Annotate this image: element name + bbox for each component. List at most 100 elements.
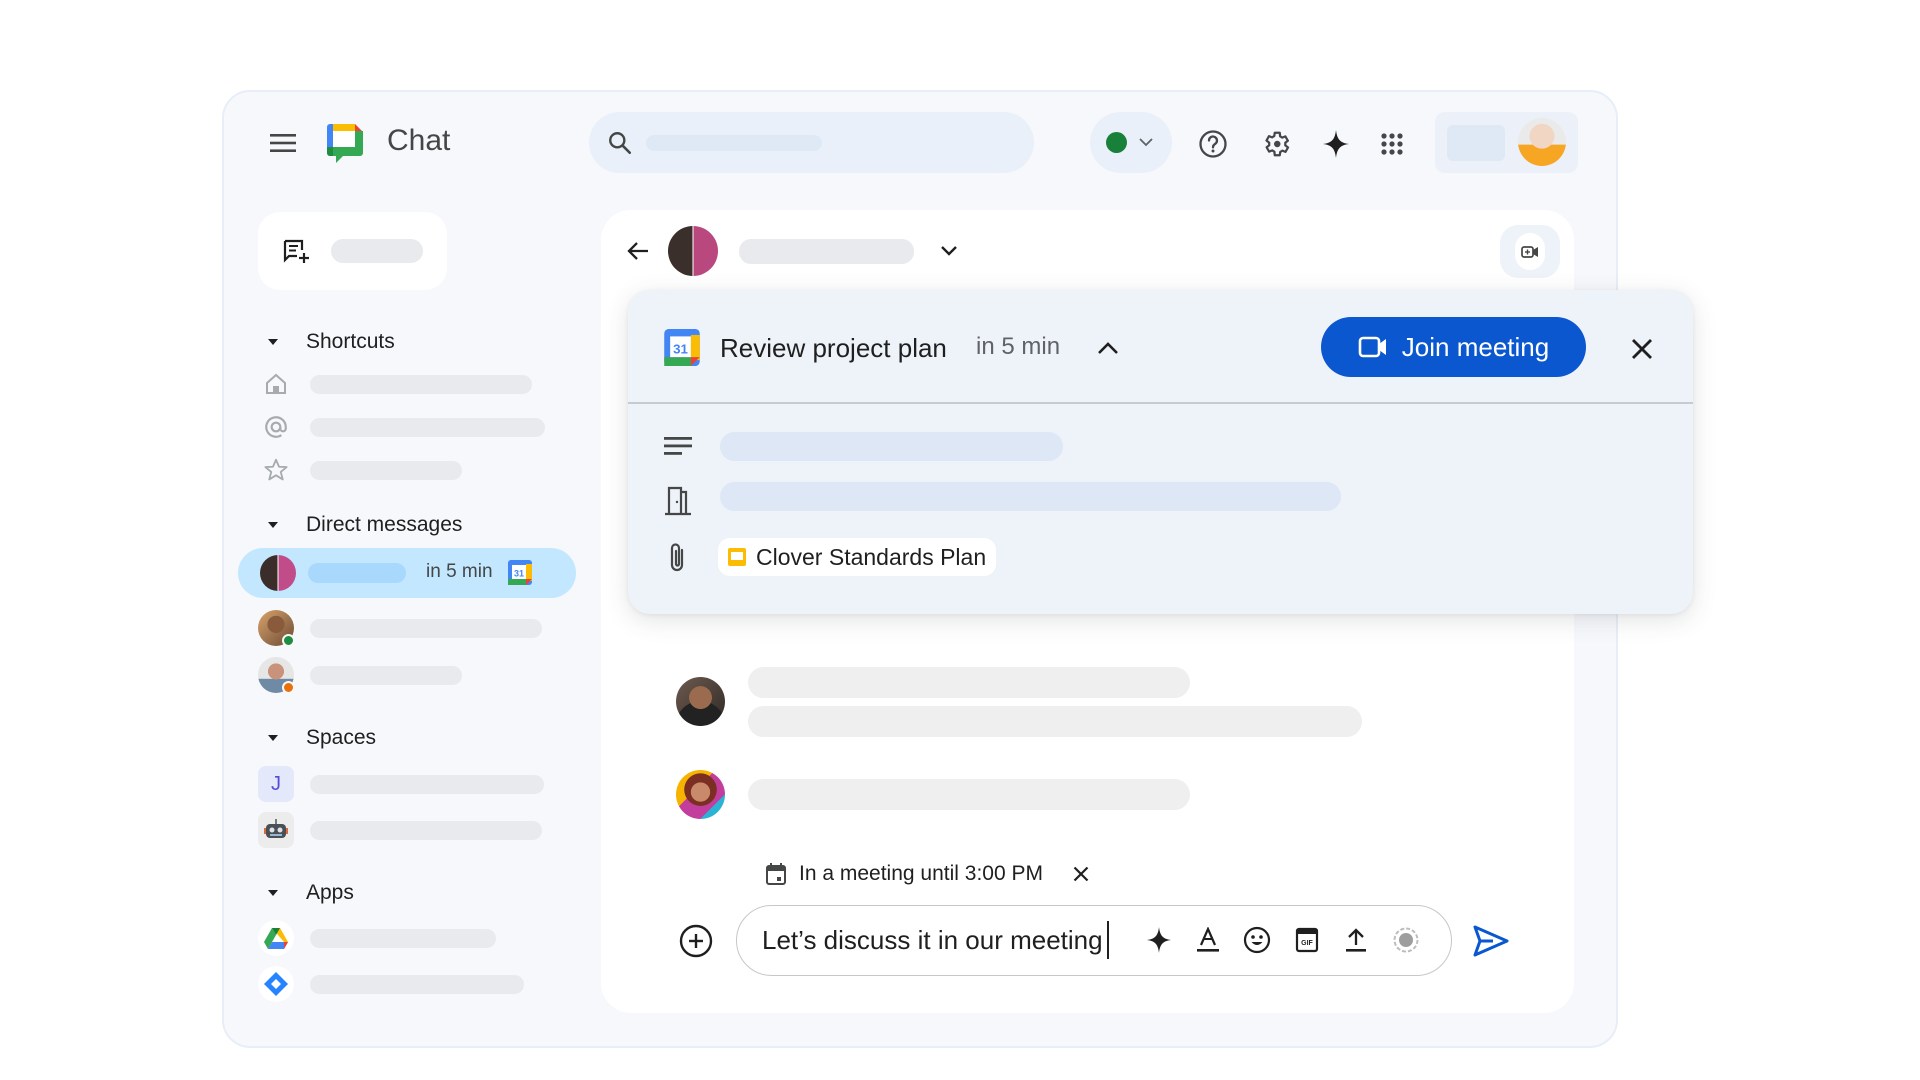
account-switcher[interactable] — [1435, 112, 1578, 173]
sender-avatar[interactable] — [676, 770, 725, 819]
text-cursor — [1107, 921, 1109, 959]
google-chat-logo[interactable] — [323, 121, 367, 167]
sender-avatar[interactable] — [676, 677, 725, 726]
gemini-compose-button[interactable] — [1142, 923, 1176, 957]
status-dot — [1106, 132, 1127, 153]
google-drive-icon — [258, 920, 294, 956]
format-text-icon — [1197, 927, 1219, 952]
section-direct-messages-toggle[interactable]: Direct messages — [262, 513, 462, 537]
app-item-drive[interactable] — [258, 918, 496, 958]
robot-icon — [258, 812, 294, 848]
item-label-placeholder — [310, 374, 532, 394]
section-apps-toggle[interactable]: Apps — [262, 881, 354, 905]
dm-item[interactable] — [258, 608, 542, 648]
app-name-placeholder — [310, 928, 496, 948]
meeting-description-placeholder — [720, 432, 1063, 461]
chevron-down-icon — [1139, 138, 1153, 147]
format-text-button[interactable] — [1191, 923, 1225, 957]
dm-name-placeholder — [310, 665, 462, 685]
group-avatar — [260, 555, 296, 591]
conversation-menu-button[interactable] — [935, 238, 963, 264]
away-clock-status-icon — [282, 681, 295, 694]
conversation-group-avatar[interactable] — [668, 226, 718, 276]
record-icon — [1393, 927, 1419, 953]
attachment-paperclip-icon — [666, 541, 688, 575]
meeting-countdown: in 5 min — [976, 333, 1061, 360]
item-label-placeholder — [310, 417, 545, 437]
google-calendar-icon: 31 — [664, 329, 700, 366]
settings-button[interactable] — [1257, 125, 1295, 163]
close-icon — [1632, 339, 1652, 359]
dm-item-selected[interactable]: in 5 min 31 — [238, 548, 576, 598]
svg-text:31: 31 — [673, 341, 688, 356]
space-name-placeholder — [310, 820, 542, 840]
join-meeting-button[interactable]: Join meeting — [1321, 317, 1586, 377]
status-selector[interactable] — [1090, 112, 1172, 173]
jira-icon — [258, 966, 294, 1002]
user-avatar[interactable] — [1518, 118, 1566, 166]
search-placeholder — [646, 135, 822, 151]
meeting-title: Review project plan — [720, 333, 947, 363]
app-item-jira[interactable] — [258, 964, 524, 1004]
section-shortcuts-toggle[interactable]: Shortcuts — [262, 330, 395, 354]
emoji-button[interactable] — [1240, 923, 1274, 957]
conversation-name-placeholder — [739, 239, 914, 264]
google-apps-button[interactable] — [1373, 125, 1411, 163]
message-line-placeholder — [748, 779, 1190, 810]
record-video-button[interactable] — [1389, 923, 1423, 957]
section-spaces-label: Spaces — [306, 726, 377, 749]
gif-button[interactable]: GIF — [1290, 923, 1324, 957]
close-meeting-card-button[interactable] — [1625, 332, 1659, 366]
message-input-text[interactable]: Let’s discuss it in our meeting — [762, 925, 1103, 956]
dm-meeting-time: in 5 min — [426, 561, 493, 582]
main-menu-button[interactable] — [265, 125, 301, 161]
new-chat-button[interactable] — [258, 212, 447, 290]
apps-grid-icon — [1381, 133, 1403, 155]
gif-icon: GIF — [1295, 927, 1319, 953]
settings-gear-icon — [1265, 131, 1290, 157]
dismiss-status-button[interactable] — [1067, 860, 1095, 888]
meeting-room-placeholder — [720, 482, 1341, 511]
section-spaces-toggle[interactable]: Spaces — [262, 726, 376, 750]
sidebar-item-home[interactable] — [258, 364, 532, 404]
space-item[interactable] — [258, 810, 542, 850]
space-name-placeholder — [310, 774, 544, 794]
chat-logo-icon — [327, 124, 363, 163]
collapse-meeting-button[interactable] — [1091, 333, 1125, 363]
svg-text:31: 31 — [514, 569, 524, 579]
google-slides-icon — [728, 548, 746, 566]
calendar-icon — [766, 863, 786, 885]
collapse-caret-icon — [268, 735, 278, 741]
online-status-icon — [282, 634, 295, 647]
svg-text:GIF: GIF — [1301, 940, 1313, 947]
back-button[interactable] — [621, 234, 655, 268]
video-call-button[interactable] — [1500, 225, 1560, 278]
help-button[interactable] — [1194, 125, 1232, 163]
section-direct-messages-label: Direct messages — [306, 513, 463, 536]
sidebar-item-starred[interactable] — [258, 450, 462, 490]
close-icon — [1073, 866, 1089, 882]
dm-avatar-wrap — [258, 657, 295, 694]
gemini-sparkle-icon — [1146, 927, 1172, 953]
search-bar[interactable] — [589, 112, 1034, 173]
add-circle-icon — [679, 924, 713, 958]
attachment-chip[interactable]: Clover Standards Plan — [718, 538, 997, 576]
send-icon — [1473, 925, 1509, 957]
starred-icon — [258, 452, 294, 488]
add-attachment-button[interactable] — [677, 922, 715, 960]
space-item[interactable]: J — [258, 764, 544, 804]
send-button[interactable] — [1470, 920, 1512, 962]
gemini-button[interactable] — [1317, 125, 1355, 163]
upload-icon — [1346, 928, 1366, 952]
sidebar-item-mentions[interactable] — [258, 407, 545, 447]
upload-button[interactable] — [1339, 923, 1373, 957]
video-call-icon-wrap — [1515, 233, 1545, 270]
app-title: Chat — [387, 124, 451, 157]
home-icon — [258, 366, 294, 402]
account-name-placeholder — [1447, 125, 1505, 161]
dm-item[interactable] — [258, 655, 462, 695]
meeting-status-text: In a meeting until 3:00 PM — [799, 862, 1043, 885]
attachment-name: Clover Standards Plan — [756, 543, 987, 570]
gemini-sparkle-icon — [1323, 130, 1349, 158]
collapse-caret-icon — [268, 339, 278, 345]
